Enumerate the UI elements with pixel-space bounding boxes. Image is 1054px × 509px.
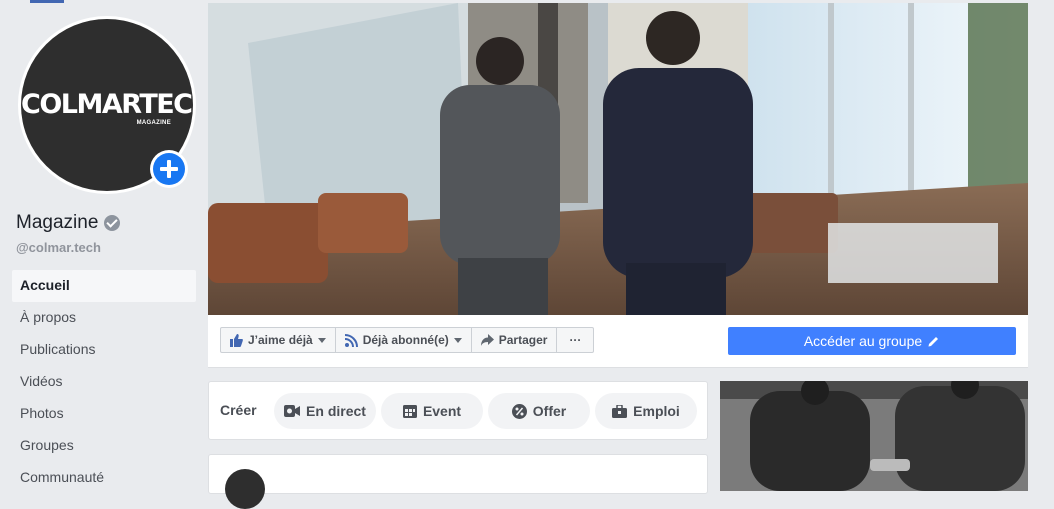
create-post-card: Créer En direct Event Offer Emploi [208, 381, 708, 440]
nav-item-accueil[interactable]: Accueil [12, 270, 196, 302]
chevron-down-icon [317, 337, 326, 343]
plus-icon [153, 153, 185, 185]
create-offer-button[interactable]: Offer [488, 393, 590, 429]
share-button[interactable]: Partager [470, 327, 558, 353]
side-photo-image [720, 381, 1028, 491]
go-to-group-button[interactable]: Accéder au groupe [728, 327, 1016, 355]
share-arrow-icon [480, 334, 494, 346]
create-offer-label: Offer [532, 403, 567, 419]
rss-icon [344, 333, 358, 347]
briefcase-icon [612, 404, 628, 418]
top-strip [30, 0, 64, 3]
side-photo[interactable] [720, 381, 1028, 491]
nav-item-videos[interactable]: Vidéos [12, 366, 196, 398]
page-name-text: Magazine [16, 212, 99, 233]
share-button-label: Partager [498, 333, 548, 347]
like-button[interactable]: J’aime déjà [220, 327, 336, 353]
like-button-label: J’aime déjà [248, 333, 313, 347]
logo-subtext: MAGAZINE [136, 120, 171, 126]
avatar[interactable] [225, 469, 265, 509]
page-action-bar: J’aime déjà Déjà abonné(e) Partager ··· … [208, 315, 1028, 368]
pencil-icon [928, 337, 939, 347]
add-profile-photo-button[interactable] [150, 150, 188, 188]
nav-item-publications[interactable]: Publications [12, 334, 196, 366]
create-job-label: Emploi [633, 403, 680, 419]
more-icon: ··· [569, 333, 582, 347]
nav-item-groupes[interactable]: Groupes [12, 430, 196, 462]
page-name[interactable]: Magazine [16, 212, 121, 234]
discount-icon [511, 403, 527, 419]
chevron-down-icon [453, 337, 462, 343]
create-job-button[interactable]: Emploi [595, 393, 697, 429]
page-nav: Accueil À propos Publications Vidéos Pho… [12, 270, 196, 494]
cover-photo[interactable] [208, 3, 1028, 315]
follow-button-label: Déjà abonné(e) [362, 333, 449, 347]
calendar-icon [402, 405, 417, 418]
cover-photo-image [208, 3, 1028, 315]
create-label: Créer [220, 402, 257, 418]
create-event-button[interactable]: Event [381, 393, 483, 429]
feed-post-card [208, 454, 708, 509]
create-event-label: Event [422, 403, 462, 419]
thumbs-up-icon [230, 333, 243, 347]
follow-button[interactable]: Déjà abonné(e) [334, 327, 472, 353]
go-to-group-label: Accéder au groupe [803, 333, 923, 349]
verified-check-icon [104, 215, 121, 231]
nav-item-photos[interactable]: Photos [12, 398, 196, 430]
more-options-button[interactable]: ··· [556, 327, 595, 353]
nav-item-communaute[interactable]: Communauté [12, 462, 196, 494]
create-live-button[interactable]: En direct [274, 393, 376, 429]
create-live-label: En direct [306, 403, 366, 419]
page-actions-group: J’aime déjà Déjà abonné(e) Partager ··· [220, 327, 595, 353]
page-handle[interactable]: @colmar.tech [16, 240, 101, 255]
video-camera-icon [284, 405, 301, 417]
nav-item-a-propos[interactable]: À propos [12, 302, 196, 334]
logo-text: COLMARTECH [21, 89, 193, 120]
